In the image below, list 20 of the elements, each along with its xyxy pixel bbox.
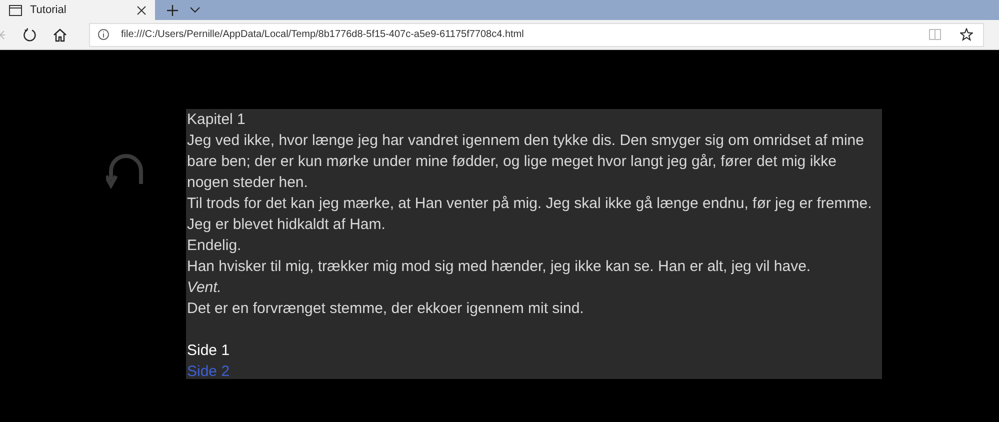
url-text: file:///C:/Users/Pernille/AppData/Local/Temp/8b1776d8-5f15-407c-a5e9-61175f7708c4.html [121,28,524,42]
story-paragraph: Jeg ved ikke, hvor længe jeg har vandret igennem den tykke dis. Den smyger sig om omridset af mine bare ben; der er kun mørke under mine fødder, og lige meget hvor langt jeg går, fører det mig ikke nogen steder hen. [187,131,865,193]
chapter-heading: Kapitel 1 [187,110,246,130]
current-page-label: Side 1 [187,341,230,361]
chevron-down-icon[interactable] [190,7,200,13]
page-icon [9,4,22,16]
info-icon [98,29,109,40]
story-paragraph: Det er en forvrænget stemme, der ekkoer igennem mit sind. [187,299,585,319]
browser-tab[interactable]: Tutorial [0,0,155,20]
close-icon[interactable] [137,6,146,14]
refresh-icon[interactable] [23,28,37,42]
home-icon[interactable] [53,28,67,42]
tab-title: Tutorial [30,2,68,18]
address-bar[interactable]: file:///C:/Users/Pernille/AppData/Local/Temp/8b1776d8-5f15-407c-a5e9-61175f7708c4.html [89,22,984,46]
story-paragraph: Vent. [187,278,222,298]
story-paragraph: Endelig. [187,236,242,256]
story-paragraph: Til trods for det kan jeg mærke, at Han venter på mig. Jeg skal ikke gå længe endnu, før jeg er fremme. Jeg er blevet hidkaldt af Ham. [187,194,873,235]
new-tab-icon[interactable] [167,4,178,16]
story-paragraph: Han hvisker til mig, trækker mig mod sig med hænder, jeg ikke kan se. Han er alt, jeg vil have. [187,257,812,277]
star-icon[interactable] [960,28,973,41]
